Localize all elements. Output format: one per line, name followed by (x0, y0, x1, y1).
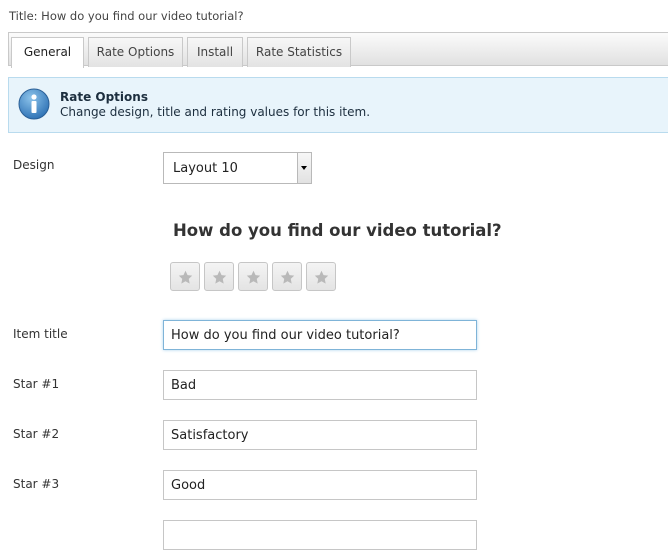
design-label: Design (13, 158, 55, 172)
star-button-1[interactable] (170, 262, 200, 291)
info-text: Change design, title and rating values f… (60, 105, 371, 119)
star-icon (246, 270, 261, 284)
info-box: Rate Options Change design, title and ra… (8, 77, 668, 133)
design-select[interactable]: Layout 10 (163, 152, 312, 184)
tab-rate-statistics[interactable]: Rate Statistics (247, 37, 351, 67)
star-icon (280, 270, 295, 284)
tab-general[interactable]: General (11, 37, 84, 68)
star-2-label: Star #2 (13, 427, 60, 441)
star-icon (178, 270, 193, 284)
tab-bar: General Rate Options Install Rate Statis… (8, 32, 668, 68)
star-3-label: Star #3 (13, 477, 60, 491)
preview-title: How do you find our video tutorial? (173, 221, 502, 240)
star-2-input[interactable] (163, 420, 477, 450)
chevron-down-icon[interactable] (297, 153, 311, 183)
star-1-input[interactable] (163, 370, 477, 400)
tab-rate-options[interactable]: Rate Options (88, 37, 183, 67)
star-button-2[interactable] (204, 262, 234, 291)
info-icon (18, 88, 50, 120)
item-title-label: Item title (13, 327, 68, 341)
design-select-value: Layout 10 (173, 161, 238, 176)
star-button-3[interactable] (238, 262, 268, 291)
star-icon (212, 270, 227, 284)
star-button-5[interactable] (306, 262, 336, 291)
star-3-input[interactable] (163, 470, 477, 500)
star-button-4[interactable] (272, 262, 302, 291)
item-title-input[interactable] (163, 320, 477, 350)
page-title: Title: How do you find our video tutoria… (9, 9, 244, 23)
star-1-label: Star #1 (13, 377, 60, 391)
info-title: Rate Options (60, 90, 148, 104)
star-icon (314, 270, 329, 284)
tab-install[interactable]: Install (187, 37, 243, 67)
star-4-input[interactable] (163, 520, 477, 550)
